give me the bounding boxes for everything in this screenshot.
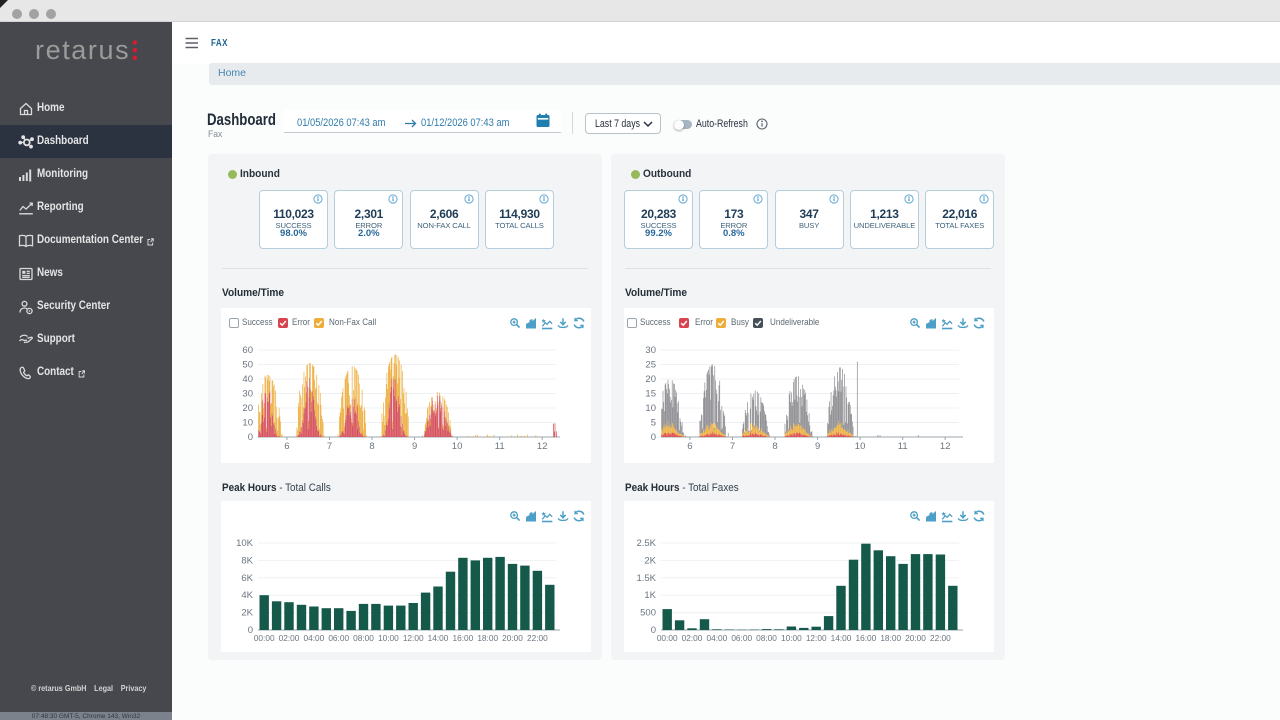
svg-text:2.5K: 2.5K [636, 538, 656, 549]
svg-text:11: 11 [495, 441, 505, 452]
svg-text:02:00: 02:00 [682, 633, 703, 643]
svg-text:0: 0 [248, 432, 253, 443]
svg-text:06:00: 06:00 [328, 633, 349, 643]
svg-text:06:00: 06:00 [731, 633, 752, 643]
svg-text:0: 0 [651, 625, 656, 636]
svg-text:20:00: 20:00 [905, 633, 926, 643]
svg-text:0: 0 [651, 432, 656, 443]
svg-text:00:00: 00:00 [657, 633, 678, 643]
svg-text:1.5K: 1.5K [636, 573, 656, 584]
svg-text:2K: 2K [644, 555, 656, 566]
svg-text:16:00: 16:00 [453, 633, 474, 643]
svg-text:20: 20 [242, 403, 253, 414]
svg-text:18:00: 18:00 [477, 633, 498, 643]
svg-text:10: 10 [242, 418, 253, 429]
svg-text:12: 12 [940, 441, 951, 452]
svg-text:10:00: 10:00 [378, 633, 399, 643]
svg-text:18:00: 18:00 [880, 633, 901, 643]
svg-text:8K: 8K [241, 555, 253, 566]
svg-text:30: 30 [242, 389, 253, 400]
svg-text:9: 9 [412, 441, 417, 452]
svg-text:10: 10 [645, 403, 656, 414]
svg-text:50: 50 [242, 360, 253, 371]
svg-text:40: 40 [242, 374, 253, 385]
svg-text:14:00: 14:00 [831, 633, 852, 643]
svg-text:00:00: 00:00 [254, 633, 275, 643]
svg-text:14:00: 14:00 [428, 633, 449, 643]
svg-text:20: 20 [645, 374, 656, 385]
svg-text:5: 5 [651, 418, 656, 429]
svg-text:6K: 6K [241, 573, 253, 584]
svg-text:9: 9 [815, 441, 820, 452]
svg-text:10: 10 [855, 441, 866, 452]
svg-text:12: 12 [537, 441, 548, 452]
svg-text:10: 10 [452, 441, 463, 452]
svg-text:4K: 4K [241, 590, 253, 601]
svg-text:8: 8 [369, 441, 374, 452]
svg-text:22:00: 22:00 [527, 633, 548, 643]
svg-text:7: 7 [730, 441, 735, 452]
svg-text:08:00: 08:00 [756, 633, 777, 643]
svg-text:12:00: 12:00 [403, 633, 424, 643]
svg-text:2K: 2K [241, 608, 253, 619]
svg-text:16:00: 16:00 [856, 633, 877, 643]
svg-text:04:00: 04:00 [304, 633, 325, 643]
svg-text:8: 8 [772, 441, 777, 452]
svg-text:25: 25 [645, 360, 656, 371]
svg-text:22:00: 22:00 [930, 633, 951, 643]
svg-text:500: 500 [640, 608, 656, 619]
svg-text:1K: 1K [644, 590, 656, 601]
svg-text:12:00: 12:00 [806, 633, 827, 643]
svg-text:30: 30 [645, 345, 656, 356]
svg-text:10K: 10K [236, 538, 254, 549]
svg-text:10:00: 10:00 [781, 633, 802, 643]
svg-text:11: 11 [898, 441, 908, 452]
svg-text:0: 0 [248, 625, 253, 636]
svg-text:20:00: 20:00 [502, 633, 523, 643]
svg-text:02:00: 02:00 [279, 633, 300, 643]
svg-text:08:00: 08:00 [353, 633, 374, 643]
svg-text:6: 6 [687, 441, 692, 452]
svg-text:6: 6 [284, 441, 289, 452]
svg-text:15: 15 [645, 389, 656, 400]
svg-text:7: 7 [327, 441, 332, 452]
svg-text:60: 60 [242, 345, 253, 356]
svg-text:04:00: 04:00 [707, 633, 728, 643]
